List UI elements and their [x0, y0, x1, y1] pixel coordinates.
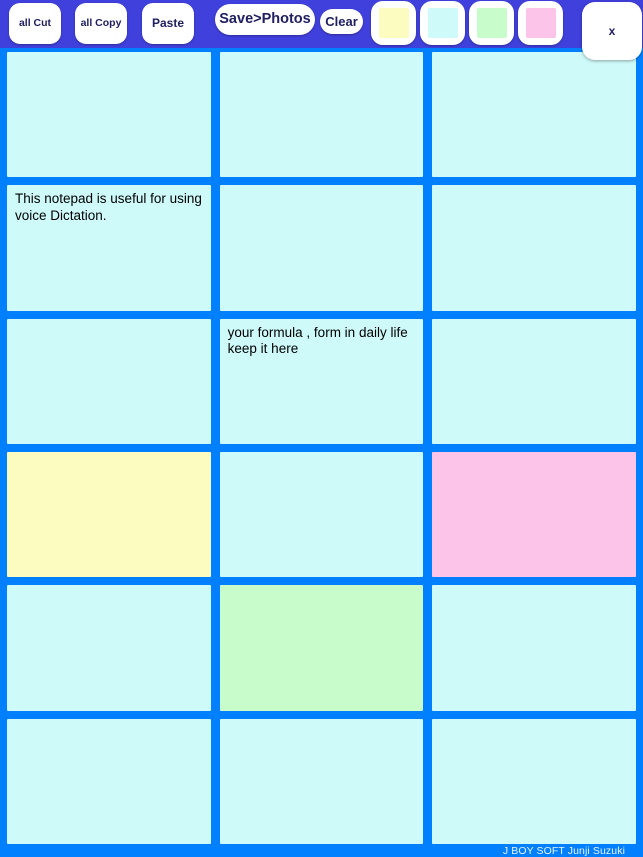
color-swatch-green[interactable]	[469, 1, 514, 45]
yellow-color-chip	[378, 8, 409, 38]
note-cell[interactable]	[219, 185, 424, 311]
paste-button[interactable]: Paste	[142, 3, 194, 44]
green-color-chip	[476, 8, 507, 38]
note-cell[interactable]	[432, 52, 636, 178]
note-cell[interactable]	[432, 718, 636, 844]
note-cell[interactable]	[7, 718, 211, 844]
pink-color-chip	[525, 8, 556, 38]
all-cut-button[interactable]: all Cut	[9, 3, 61, 44]
note-cell[interactable]	[432, 585, 636, 711]
note-cell[interactable]	[219, 52, 424, 178]
color-swatch-yellow[interactable]	[371, 1, 416, 45]
note-cell[interactable]	[432, 185, 636, 311]
note-cell[interactable]	[219, 318, 424, 444]
close-button[interactable]: x	[582, 2, 642, 60]
cyan-color-chip	[427, 8, 458, 38]
note-cell[interactable]	[7, 318, 211, 444]
clear-button[interactable]: Clear	[320, 9, 363, 34]
save-to-photos-button[interactable]: Save>Photos	[215, 4, 315, 35]
note-grid	[0, 50, 643, 846]
note-cell[interactable]	[7, 52, 211, 178]
color-swatch-cyan[interactable]	[420, 1, 465, 45]
note-cell[interactable]	[432, 318, 636, 444]
toolbar: all Cut all Copy Paste Save>Photos Clear	[0, 0, 643, 48]
footer-bar: J BOY SOFT Junji Suzuki	[0, 845, 643, 857]
note-cell[interactable]	[219, 718, 424, 844]
note-cell[interactable]	[7, 585, 211, 711]
note-cell[interactable]	[7, 452, 211, 578]
note-cell[interactable]	[432, 452, 636, 578]
color-swatch-pink[interactable]	[518, 1, 563, 45]
note-cell[interactable]	[219, 585, 424, 711]
all-copy-button[interactable]: all Copy	[75, 3, 127, 44]
credit-text: J BOY SOFT Junji Suzuki	[502, 845, 625, 857]
note-cell[interactable]	[219, 452, 424, 578]
note-cell[interactable]	[7, 185, 211, 311]
